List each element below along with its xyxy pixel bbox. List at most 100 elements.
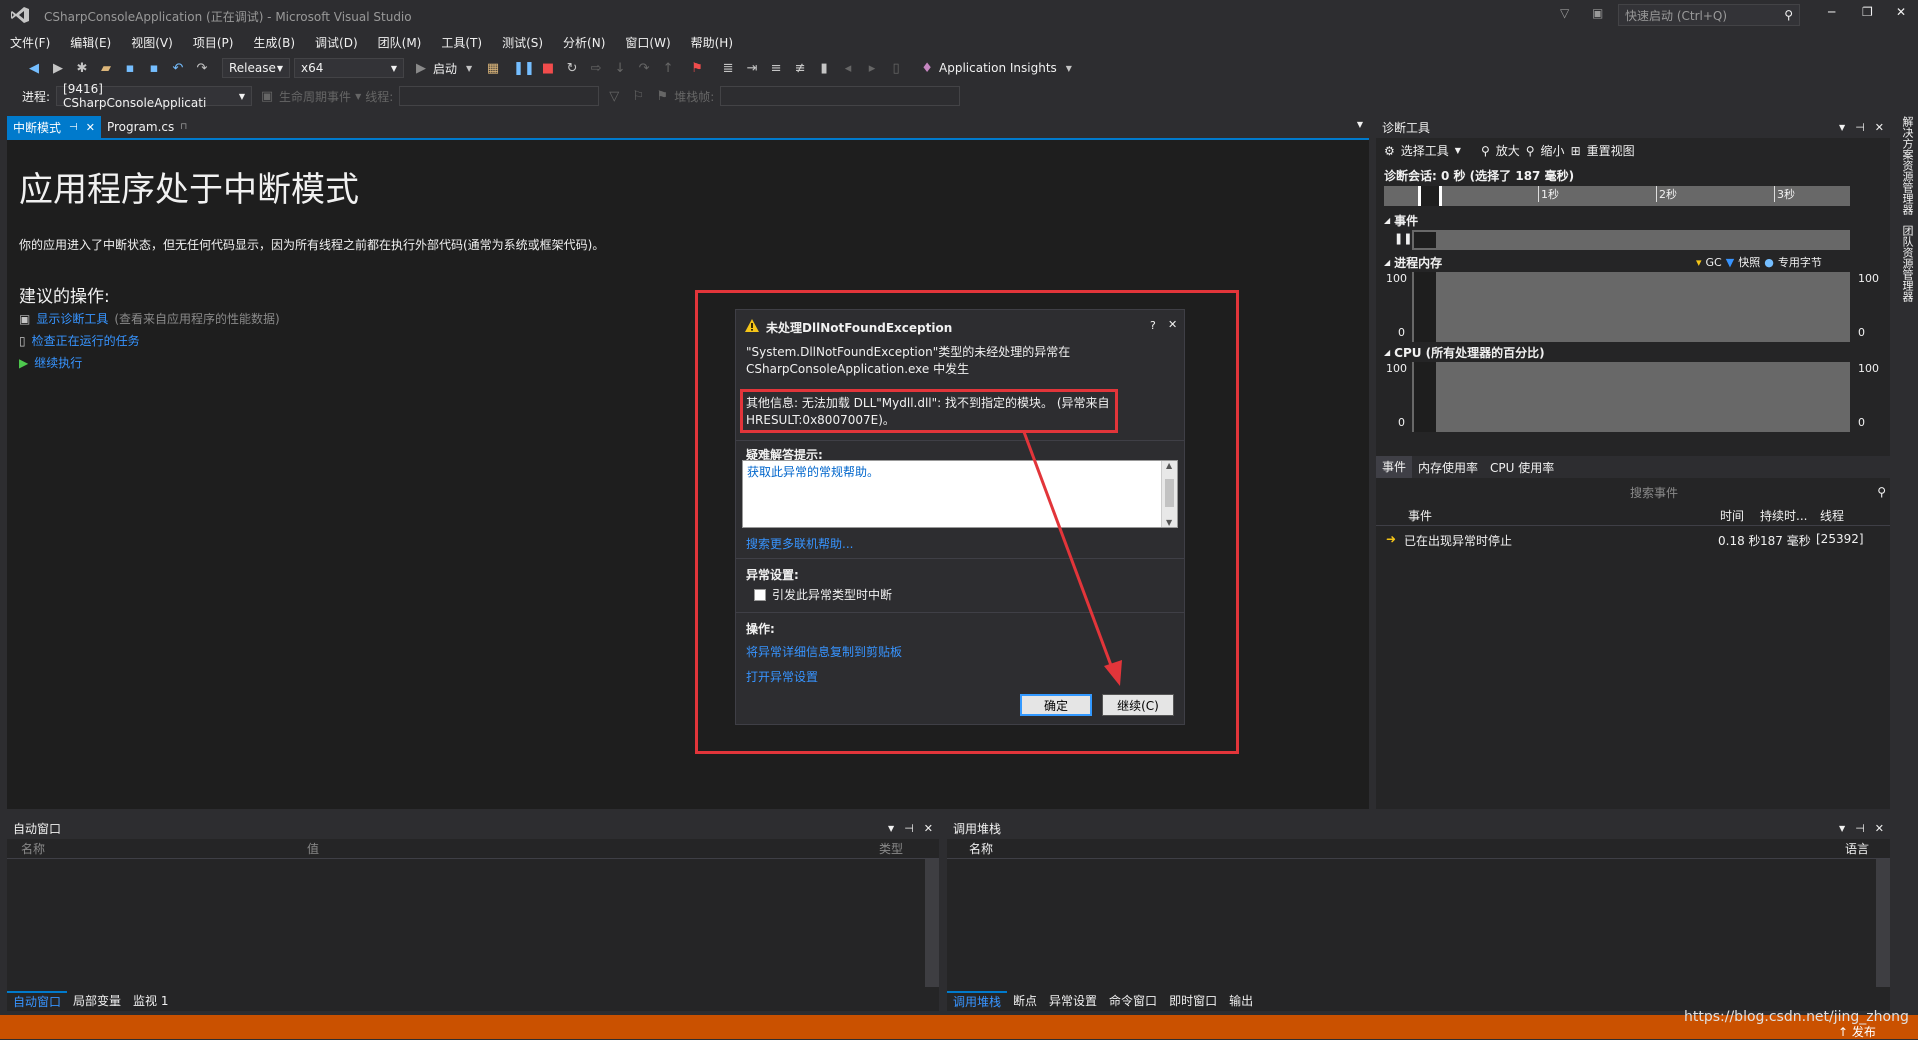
- events-section[interactable]: ◢ 事件: [1384, 212, 1418, 229]
- lifecycle-events-icon[interactable]: ▣: [258, 87, 276, 105]
- timeline-selection[interactable]: [1418, 186, 1442, 206]
- tab-overflow-icon[interactable]: ▼: [1357, 120, 1363, 129]
- start-button[interactable]: 启动: [433, 60, 457, 77]
- scroll-down-icon[interactable]: ▼: [1166, 518, 1172, 527]
- close-icon[interactable]: ✕: [86, 121, 95, 134]
- tab-events[interactable]: 事件: [1376, 456, 1413, 478]
- open-exception-settings-link[interactable]: 打开异常设置: [746, 668, 818, 685]
- menu-analyze[interactable]: 分析(N): [553, 34, 615, 51]
- next-bookmark-icon[interactable]: ▸: [863, 59, 881, 77]
- check-tasks-link[interactable]: 检查正在运行的任务: [32, 332, 140, 349]
- process-select[interactable]: [9416] CSharpConsoleApplicati ▼: [56, 82, 253, 110]
- tab-watch-1[interactable]: 监视 1: [127, 992, 174, 1009]
- continue-link[interactable]: 继续执行: [34, 354, 82, 371]
- menu-file[interactable]: 文件(F): [0, 34, 60, 51]
- stop-icon[interactable]: ■: [539, 59, 557, 77]
- save-icon[interactable]: ▪: [121, 59, 139, 77]
- break-on-exception-checkbox[interactable]: 引发此异常类型时中断: [754, 586, 892, 603]
- menu-team[interactable]: 团队(M): [368, 34, 432, 51]
- chevron-down-icon[interactable]: ▼: [1060, 59, 1078, 77]
- clear-bookmarks-icon[interactable]: ▯: [887, 59, 905, 77]
- chevron-down-icon[interactable]: ▼: [1839, 123, 1845, 132]
- back-icon[interactable]: ◀: [25, 59, 43, 77]
- menu-debug[interactable]: 调试(D): [305, 34, 368, 51]
- stackframe-select[interactable]: [720, 86, 961, 106]
- close-icon[interactable]: ✕: [924, 822, 933, 835]
- uncomment-icon[interactable]: ≢: [791, 59, 809, 77]
- zoom-in-button[interactable]: 放大: [1496, 142, 1520, 159]
- configuration-select[interactable]: Release ▼: [222, 58, 290, 78]
- help-icon[interactable]: ?: [1150, 319, 1156, 332]
- new-project-icon[interactable]: ✱: [73, 59, 91, 77]
- tab-command-window[interactable]: 命令窗口: [1103, 992, 1163, 1009]
- chevron-down-icon[interactable]: ▼: [355, 92, 361, 101]
- step-over-icon[interactable]: ↷: [635, 59, 653, 77]
- copy-details-link[interactable]: 将异常详细信息复制到剪贴板: [746, 643, 902, 660]
- timeline-ruler[interactable]: 1秒 2秒 3秒: [1384, 186, 1850, 206]
- close-icon[interactable]: ✕: [1875, 822, 1884, 835]
- menu-window[interactable]: 窗口(W): [615, 34, 680, 51]
- search-online-link[interactable]: 搜索更多联机帮助...: [746, 535, 853, 552]
- app-insights-button[interactable]: Application Insights: [939, 61, 1057, 75]
- collapse-icon[interactable]: ◢: [1384, 258, 1390, 267]
- minimize-button[interactable]: ─: [1828, 5, 1835, 19]
- menu-build[interactable]: 生成(B): [243, 34, 305, 51]
- menu-edit[interactable]: 编辑(E): [60, 34, 121, 51]
- close-button[interactable]: ✕: [1896, 5, 1906, 19]
- reset-view-button[interactable]: 重置视图: [1587, 142, 1635, 159]
- menu-help[interactable]: 帮助(H): [681, 34, 743, 51]
- select-tools-button[interactable]: 选择工具: [1401, 142, 1449, 159]
- flag-toggle-icon[interactable]: ⚑: [653, 87, 671, 105]
- undo-icon[interactable]: ↶: [169, 59, 187, 77]
- col-time[interactable]: 时间: [1720, 507, 1744, 524]
- step-into-icon[interactable]: ↓: [611, 59, 629, 77]
- col-event[interactable]: 事件: [1408, 507, 1432, 524]
- col-duration[interactable]: 持续时...: [1760, 507, 1807, 524]
- chevron-down-icon[interactable]: ▼: [1455, 146, 1461, 155]
- action-check-tasks[interactable]: ▯ 检查正在运行的任务: [19, 332, 140, 349]
- pin-icon[interactable]: ⊣: [69, 122, 78, 133]
- tab-output[interactable]: 输出: [1223, 992, 1259, 1009]
- tab-break-mode[interactable]: 中断模式 ⊣ ✕: [7, 116, 101, 138]
- quick-launch-input[interactable]: 快速启动 (Ctrl+Q) ⚲: [1618, 4, 1800, 26]
- pin-icon[interactable]: ⊣: [904, 822, 914, 835]
- comment-icon[interactable]: ≡: [767, 59, 785, 77]
- scrollbar[interactable]: ▲ ▼: [1161, 461, 1177, 527]
- tab-locals[interactable]: 局部变量: [67, 992, 127, 1009]
- action-continue[interactable]: ▶ 继续执行: [19, 354, 82, 371]
- restart-icon[interactable]: ↻: [563, 59, 581, 77]
- chevron-down-icon[interactable]: ▼: [1839, 824, 1845, 833]
- zoom-out-button[interactable]: 缩小: [1541, 142, 1565, 159]
- publish-button[interactable]: ↑ 发布: [1838, 1023, 1876, 1040]
- tab-immediate-window[interactable]: 即时窗口: [1163, 992, 1223, 1009]
- step-out-icon[interactable]: ↑: [659, 59, 677, 77]
- continue-button[interactable]: 继续(C): [1102, 694, 1174, 716]
- tab-call-stack[interactable]: 调用堆栈: [947, 990, 1008, 1010]
- scroll-up-icon[interactable]: ▲: [1166, 461, 1172, 470]
- menu-project[interactable]: 项目(P): [183, 34, 244, 51]
- show-diagnostics-link[interactable]: 显示诊断工具: [36, 310, 108, 327]
- lifecycle-events-button[interactable]: 生命周期事件: [279, 88, 351, 105]
- side-tab-team-explorer[interactable]: 团队资源管理器: [1894, 215, 1915, 302]
- save-all-icon[interactable]: ▪: [145, 59, 163, 77]
- tab-cpu-usage[interactable]: CPU 使用率: [1484, 459, 1560, 476]
- start-icon[interactable]: ▶: [412, 59, 430, 77]
- hot-reload-icon[interactable]: ⚑: [688, 59, 706, 77]
- prev-bookmark-icon[interactable]: ◂: [839, 59, 857, 77]
- maximize-button[interactable]: ❐: [1862, 5, 1873, 19]
- scroll-thumb[interactable]: [1165, 479, 1174, 507]
- ok-button[interactable]: 确定: [1020, 694, 1092, 716]
- feedback-icon[interactable]: ▣: [1592, 6, 1603, 20]
- callstack-scrollbar[interactable]: [1876, 859, 1890, 987]
- pin-icon[interactable]: ⊓: [180, 122, 187, 132]
- col-type[interactable]: 类型: [879, 840, 903, 857]
- col-name[interactable]: 名称: [969, 840, 993, 857]
- forward-icon[interactable]: ▶: [49, 59, 67, 77]
- lightbulb-icon[interactable]: ♦: [918, 59, 936, 77]
- chevron-down-icon[interactable]: ▼: [888, 824, 894, 833]
- thread-select[interactable]: [399, 86, 600, 106]
- table-row[interactable]: ➜ 已在出现异常时停止 0.18 秒 187 毫秒 [25392]: [1376, 530, 1890, 550]
- autos-scrollbar[interactable]: [925, 859, 939, 987]
- side-tab-solution-explorer[interactable]: 解决方案资源管理器: [1894, 112, 1915, 215]
- col-value[interactable]: 值: [307, 840, 319, 857]
